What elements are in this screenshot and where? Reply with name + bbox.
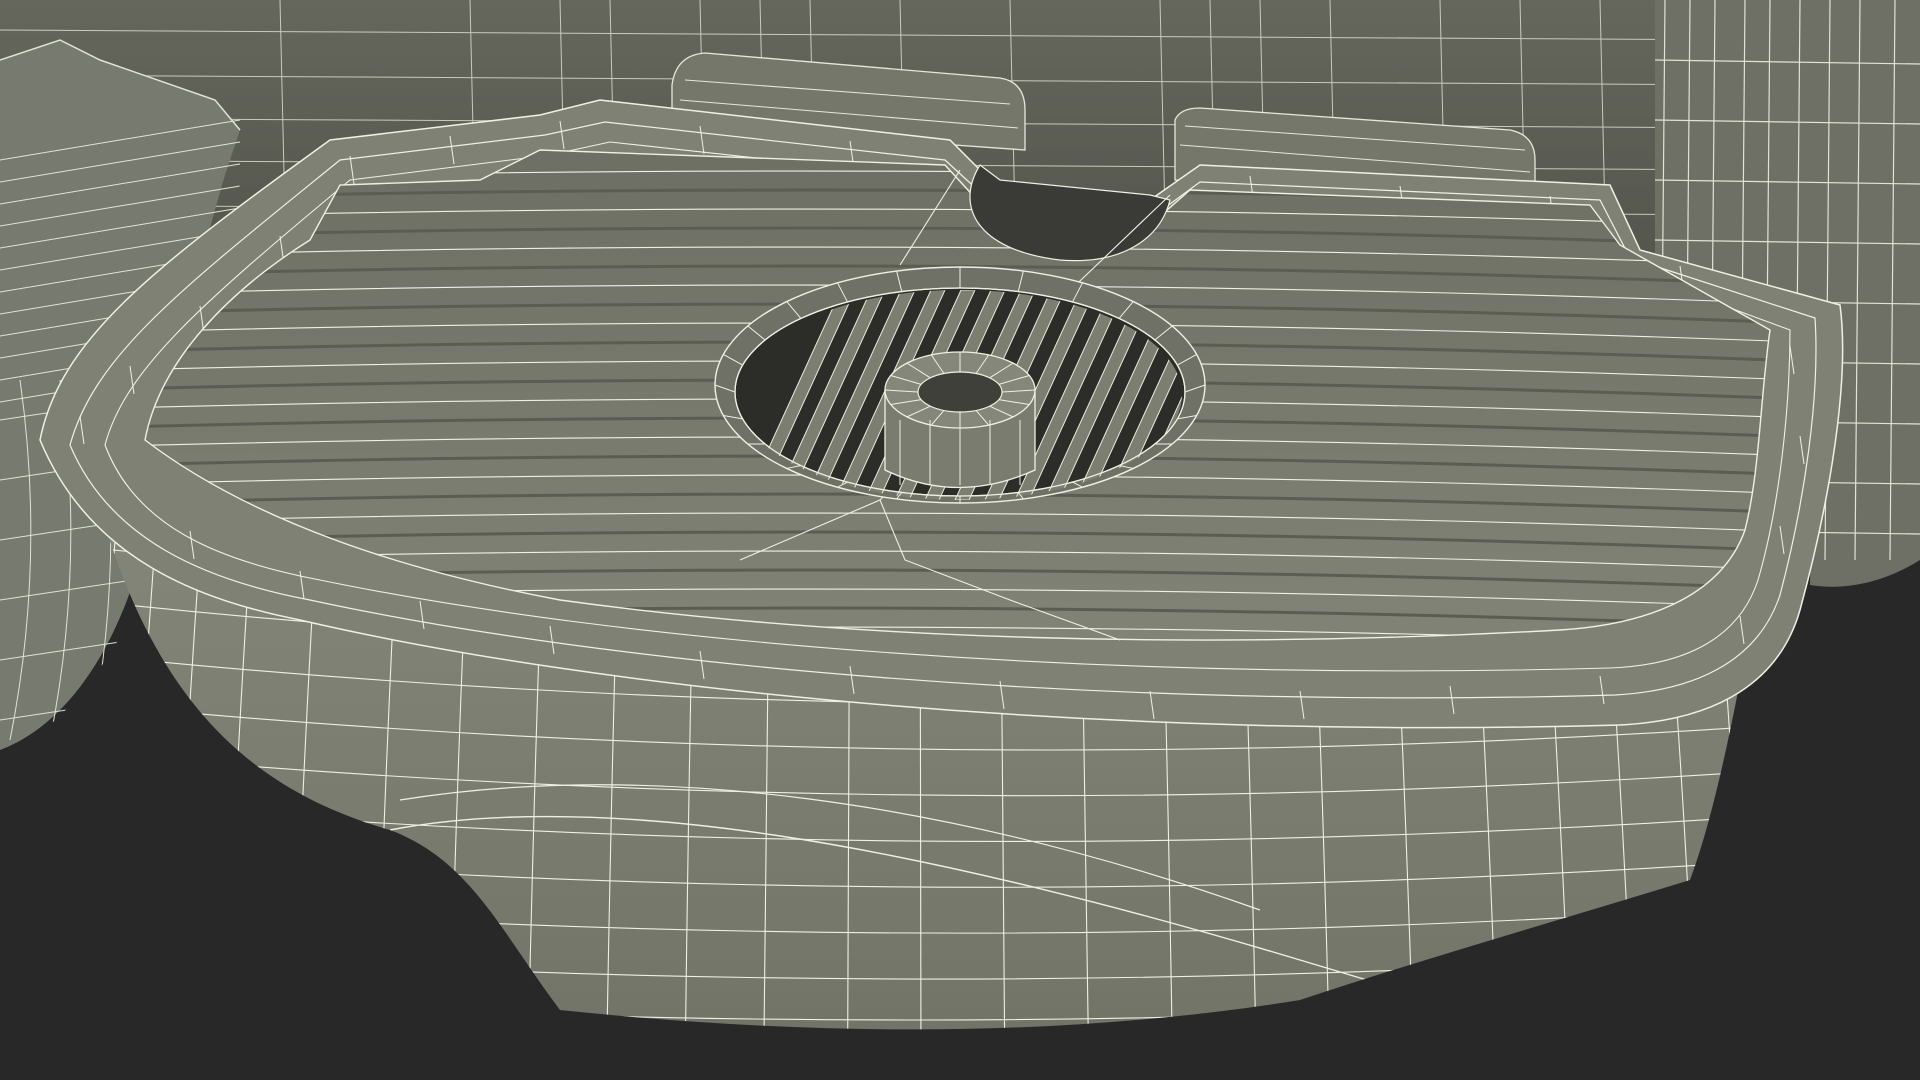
drain-center-post <box>884 351 1036 489</box>
wireframe-render <box>0 0 1920 1080</box>
render-viewport <box>0 0 1920 1080</box>
